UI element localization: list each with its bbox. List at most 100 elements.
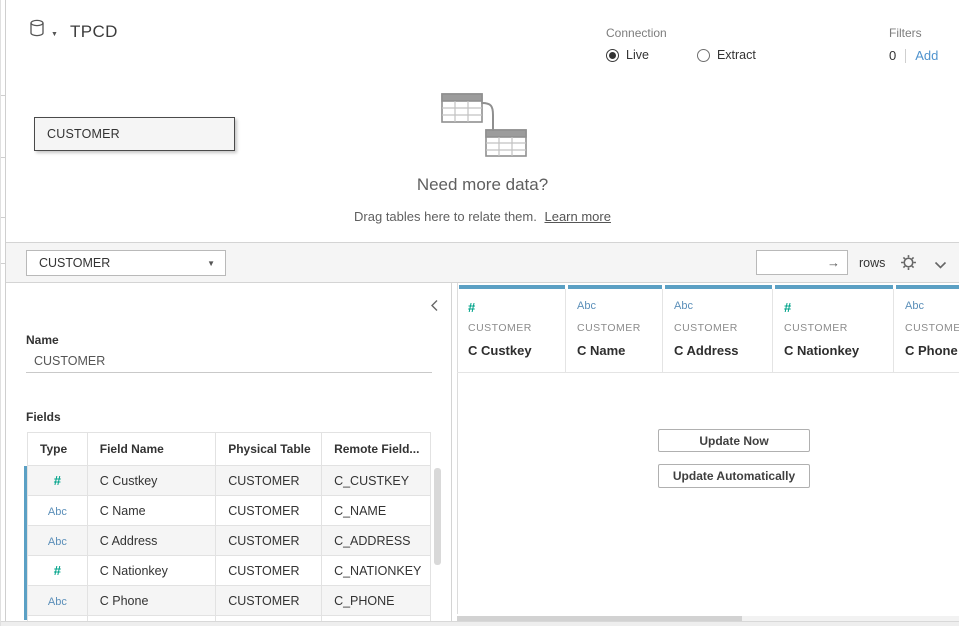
metadata-section: Name Fields Type Field Name Physical Tab… [6, 283, 959, 626]
column-table-name: CUSTOMER [784, 322, 893, 334]
col-header-type[interactable]: Type [28, 433, 88, 466]
column-table-name: CUSTOMER [674, 322, 772, 334]
update-automatically-button[interactable]: Update Automatically [658, 464, 810, 488]
physical-table-cell: CUSTOMER [216, 586, 322, 616]
fields-label: Fields [26, 410, 61, 424]
physical-table-cell: CUSTOMER [216, 466, 322, 496]
empty-state-title: Need more data? [6, 175, 959, 195]
live-radio-label: Live [626, 48, 649, 62]
grid-column-header[interactable]: # CUSTOMER C Custkey [458, 285, 566, 372]
table-row[interactable]: Abc C Address CUSTOMER C_ADDRESS [28, 526, 431, 556]
remote-field-cell: C_NATIONKEY [322, 556, 431, 586]
col-header-physical-table[interactable]: Physical Table [216, 433, 322, 466]
add-filter-link[interactable]: Add [915, 48, 938, 63]
fields-table-scrollbar[interactable] [434, 468, 441, 565]
field-name-cell: C Name [87, 496, 215, 526]
column-table-name: CUSTOMER [905, 322, 959, 334]
rows-label: rows [859, 256, 885, 270]
rows-go-arrow-icon[interactable]: → [827, 255, 840, 270]
empty-state: Need more data? Drag tables here to rela… [6, 90, 959, 224]
field-name-cell: C Phone [87, 586, 215, 616]
grid-header-divider [457, 372, 959, 373]
grid-column-header[interactable]: Abc CUSTOMER C Phone [895, 285, 959, 372]
update-now-button[interactable]: Update Now [658, 429, 810, 452]
datasource-title-row: ▼ TPCD [28, 18, 118, 45]
string-type-icon: Abc [674, 300, 772, 316]
filters-count: 0 [889, 48, 896, 63]
data-grid-panel: # CUSTOMER C Custkey Abc CUSTOMER C Name… [452, 283, 959, 626]
remote-field-cell: C_CUSTKEY [322, 466, 431, 496]
database-menu-caret-icon[interactable]: ▼ [51, 31, 58, 38]
grid-column-header[interactable]: Abc CUSTOMER C Address [664, 285, 773, 372]
field-name-cell: C Address [87, 526, 215, 556]
dropdown-caret-icon: ▼ [207, 259, 215, 268]
remote-field-cell: C_PHONE [322, 586, 431, 616]
number-type-icon: # [468, 300, 565, 316]
string-type-icon: Abc [48, 506, 67, 518]
pane-divider [1, 217, 6, 218]
learn-more-link[interactable]: Learn more [544, 209, 610, 224]
selected-rows-accent-bar [24, 466, 27, 620]
col-header-field-name[interactable]: Field Name [87, 433, 215, 466]
grid-toolbar: CUSTOMER ▼ → rows [6, 242, 959, 283]
empty-state-subtitle: Drag tables here to relate them. [354, 209, 537, 224]
extract-radio-label: Extract [717, 48, 756, 62]
table-row[interactable]: # C Nationkey CUSTOMER C_NATIONKEY [28, 556, 431, 586]
fields-table-header-row: Type Field Name Physical Table Remote Fi… [28, 433, 431, 466]
column-table-name: CUSTOMER [577, 322, 662, 334]
number-type-icon: # [54, 473, 61, 488]
pane-divider [1, 263, 6, 264]
live-radio[interactable] [606, 49, 619, 62]
field-name-cell: C Custkey [87, 466, 215, 496]
table-row[interactable]: Abc C Name CUSTOMER C_NAME [28, 496, 431, 526]
number-type-icon: # [54, 563, 61, 578]
number-type-icon: # [784, 300, 893, 316]
physical-table-cell: CUSTOMER [216, 556, 322, 586]
pane-divider [1, 157, 6, 158]
column-field-name: C Address [674, 343, 772, 358]
filters-block: Filters 0 Add [889, 26, 938, 63]
rows-input[interactable] [757, 251, 821, 274]
canvas-section: ▼ TPCD Connection Live Extract Filters 0… [6, 0, 959, 242]
rows-input-box: → [756, 250, 848, 275]
table-details-panel: Name Fields Type Field Name Physical Tab… [6, 283, 452, 626]
divider [905, 49, 906, 63]
grid-column-header[interactable]: # CUSTOMER C Nationkey [774, 285, 894, 372]
string-type-icon: Abc [48, 536, 67, 548]
tableau-datasource-page: ▼ TPCD Connection Live Extract Filters 0… [0, 0, 959, 626]
string-type-icon: Abc [48, 596, 67, 608]
collapse-panel-icon[interactable] [430, 299, 439, 317]
fields-table: Type Field Name Physical Table Remote Fi… [27, 432, 431, 626]
remote-field-cell: C_ADDRESS [322, 526, 431, 556]
collapsed-connections-pane[interactable] [1, 0, 6, 626]
extract-radio[interactable] [697, 49, 710, 62]
filters-label: Filters [889, 26, 938, 40]
connection-label: Connection [606, 26, 866, 40]
table-selector-dropdown[interactable]: CUSTOMER ▼ [26, 250, 226, 276]
connection-block: Connection Live Extract [606, 26, 866, 62]
table-row[interactable]: Abc C Phone CUSTOMER C_PHONE [28, 586, 431, 616]
remote-field-cell: C_NAME [322, 496, 431, 526]
col-header-remote-field[interactable]: Remote Field... [322, 433, 431, 466]
datasource-title: TPCD [70, 22, 118, 42]
table-name-input[interactable] [26, 349, 432, 373]
name-label: Name [26, 333, 59, 347]
table-row[interactable]: # C Custkey CUSTOMER C_CUSTKEY [28, 466, 431, 496]
field-name-cell: C Nationkey [87, 556, 215, 586]
table-selector-value: CUSTOMER [39, 256, 110, 270]
string-type-icon: Abc [905, 300, 959, 316]
physical-table-cell: CUSTOMER [216, 526, 322, 556]
physical-table-cell: CUSTOMER [216, 496, 322, 526]
pane-divider [1, 95, 6, 96]
column-field-name: C Nationkey [784, 343, 893, 358]
gear-icon[interactable] [900, 254, 917, 276]
bottom-scrollbar-strip [1, 621, 959, 626]
chevron-down-icon[interactable] [934, 257, 947, 275]
column-field-name: C Phone [905, 343, 959, 358]
string-type-icon: Abc [577, 300, 662, 316]
grid-column-header[interactable]: Abc CUSTOMER C Name [567, 285, 663, 372]
column-field-name: C Custkey [468, 343, 565, 358]
database-icon[interactable] [28, 18, 48, 45]
column-field-name: C Name [577, 343, 662, 358]
column-table-name: CUSTOMER [468, 322, 565, 334]
